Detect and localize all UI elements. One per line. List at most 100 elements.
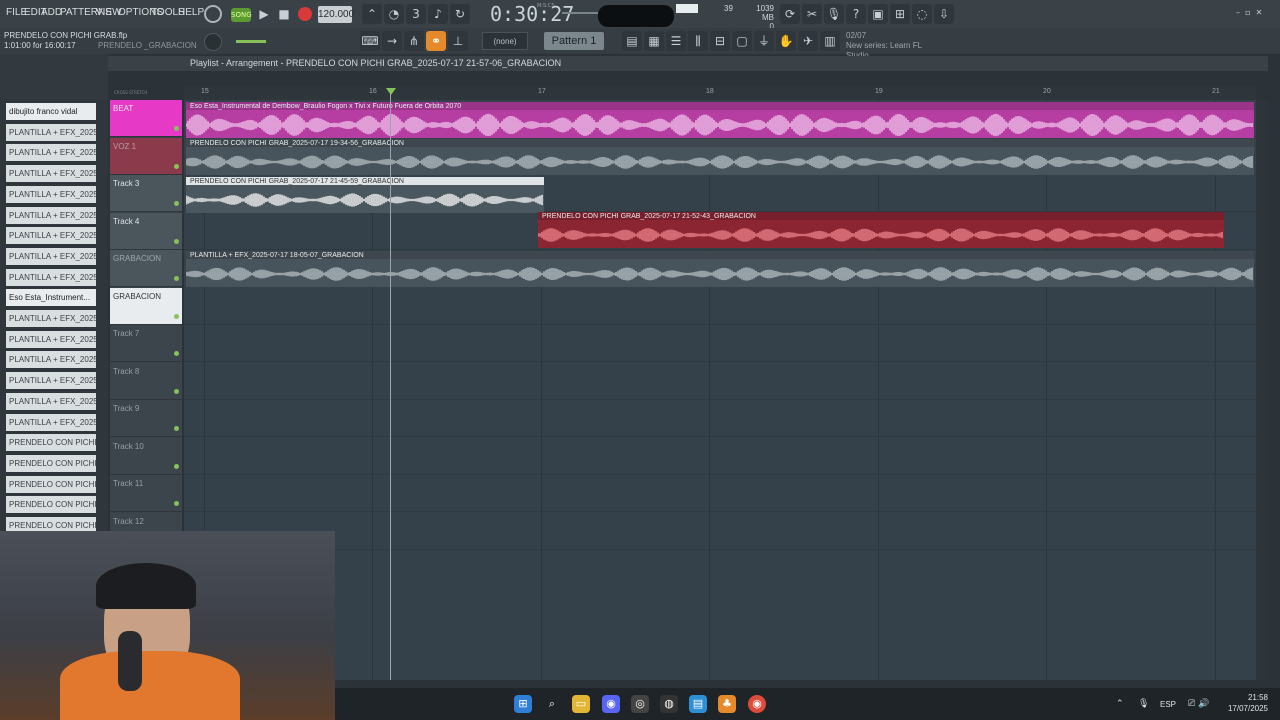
browser-item[interactable]: PLANTILLA + EFX_2025-0... xyxy=(6,392,96,410)
master-volume-fader[interactable] xyxy=(236,40,266,43)
browser-item[interactable]: PLANTILLA + EFX_2025-0... xyxy=(6,310,96,327)
fl-studio-icon[interactable]: ♣ xyxy=(718,695,736,713)
tempo-display[interactable]: 120.000 xyxy=(318,6,354,23)
browser-item[interactable]: PLANTILLA + EFX_2025-0... xyxy=(6,372,96,390)
arrow-icon[interactable]: → xyxy=(382,31,402,51)
track-header[interactable]: Track 4 xyxy=(110,212,182,250)
crossfade-label[interactable]: CROSS STRETCH xyxy=(114,90,147,95)
wait-input-icon[interactable]: ◔ xyxy=(384,4,404,24)
taskbar-clock[interactable]: 21:58 17/07/2025 xyxy=(1218,692,1268,714)
piano-roll-icon[interactable]: ▦ xyxy=(644,31,664,51)
song-mode-toggle[interactable]: SONG xyxy=(231,8,252,22)
magnet-icon[interactable]: ⋔ xyxy=(404,31,424,51)
browser-item[interactable]: PLANTILLA + EFX_2025-0... xyxy=(6,227,96,245)
play-button[interactable]: ▶ xyxy=(254,4,274,24)
track-header[interactable]: BEAT xyxy=(110,100,182,137)
tray-mic-icon[interactable]: 🎙 xyxy=(1138,699,1149,709)
playhead-marker[interactable] xyxy=(386,88,396,95)
menu-help[interactable]: HELP xyxy=(178,7,204,18)
track-header[interactable]: GRABACION xyxy=(110,287,182,325)
track-active-dot[interactable] xyxy=(174,426,179,431)
browser-item[interactable]: PRENDELO CON PICHI GRA... xyxy=(6,434,96,452)
track-header[interactable]: Track 7 xyxy=(110,325,182,362)
search-icon[interactable]: ⌕ xyxy=(543,695,561,713)
browser-item[interactable]: PRENDELO CON PICHI GRA... xyxy=(6,496,96,514)
track-lane[interactable] xyxy=(184,288,1256,325)
clipboard-icon[interactable]: ▢ xyxy=(732,31,752,51)
track-active-dot[interactable] xyxy=(174,238,179,244)
chrome-icon[interactable]: ◉ xyxy=(748,695,766,713)
track-lane[interactable] xyxy=(184,400,1256,437)
track-header[interactable]: Track 3 xyxy=(110,175,182,212)
track-header[interactable]: GRABACION xyxy=(110,250,182,287)
audio-clip[interactable]: PLANTILLA + EFX_2025-07-17 18-05-07_GRAB… xyxy=(186,251,1254,287)
reset-icon[interactable]: ⟳ xyxy=(780,4,800,24)
audio-clip[interactable]: PRENDELO CON PICHI GRAB_2025-07-17 21-45… xyxy=(186,177,544,213)
app-icon[interactable]: ◍ xyxy=(660,695,678,713)
browser-item[interactable]: PRENDELO CON PICHI GRA... xyxy=(6,475,96,493)
browser-item[interactable]: PLANTILLA + EFX_2025-0... xyxy=(6,165,96,183)
track-active-dot[interactable] xyxy=(174,351,179,356)
track-active-dot[interactable] xyxy=(174,313,179,319)
track-active-dot[interactable] xyxy=(174,388,179,394)
microphone-icon[interactable]: 🎙 xyxy=(824,4,844,24)
plugin-icon[interactable]: ⊞ xyxy=(890,4,910,24)
track-lane[interactable] xyxy=(184,325,1256,362)
link-icon[interactable]: ⚭ xyxy=(426,31,446,51)
browser-item[interactable]: PLANTILLA + EFX_2025-0... xyxy=(6,247,96,265)
master-volume-slider[interactable] xyxy=(562,12,598,14)
audio-clip[interactable]: PRENDELO CON PICHI GRAB_2025-07-17 19-34… xyxy=(186,139,1254,175)
cpu-icon[interactable]: ▥ xyxy=(820,31,840,51)
help-icon[interactable]: ? xyxy=(846,4,866,24)
obs-icon[interactable]: ◎ xyxy=(631,695,649,713)
browser-item[interactable]: PRENDELO CON PICHI GRA... xyxy=(6,454,96,472)
tray-chevron-icon[interactable]: ⌃ xyxy=(1116,699,1124,709)
track-active-dot[interactable] xyxy=(174,276,179,281)
panic-icon[interactable]: ✂ xyxy=(802,4,822,24)
windows-start-icon[interactable]: ⊞ xyxy=(514,695,532,713)
channel-rack-icon[interactable]: ☰ xyxy=(666,31,686,51)
tray-network-volume-icon[interactable]: ⎚ 🔊 xyxy=(1188,699,1209,709)
audio-clip[interactable]: PRENDELO CON PICHI GRAB_2025-07-17 21-52… xyxy=(538,212,1224,248)
stamp-icon[interactable]: ⊥ xyxy=(448,31,468,51)
browser-item[interactable]: PLANTILLA + EFX_2025-0... xyxy=(6,351,96,369)
browser-item[interactable]: PLANTILLA + EFX_2025-0... xyxy=(6,413,96,431)
track-active-dot[interactable] xyxy=(174,501,179,506)
save-icon[interactable]: ▣ xyxy=(868,4,888,24)
track-header[interactable]: Track 9 xyxy=(110,400,182,437)
chat-icon[interactable]: ◌ xyxy=(912,4,932,24)
playhead[interactable] xyxy=(390,92,391,680)
pattern-selector[interactable]: Pattern 1 xyxy=(544,32,604,50)
track-active-dot[interactable] xyxy=(174,163,179,169)
window-controls[interactable]: – ▫ ✕ xyxy=(1236,8,1262,17)
browser-item[interactable]: PLANTILLA + EFX_2025-0... xyxy=(6,123,96,141)
browser-icon[interactable]: ⊟ xyxy=(710,31,730,51)
touch-icon[interactable]: ✋ xyxy=(776,31,796,51)
browser-item[interactable]: PLANTILLA + EFX_2025-0... xyxy=(6,268,96,286)
track-active-dot[interactable] xyxy=(174,463,179,469)
keyboard-icon[interactable]: ⌨ xyxy=(360,31,380,51)
language-indicator[interactable]: ESP xyxy=(1160,700,1176,709)
plug-icon[interactable]: ⏚ xyxy=(754,31,774,51)
countdown-icon[interactable]: 3 xyxy=(406,4,426,24)
record-button[interactable] xyxy=(298,7,312,21)
menu-add[interactable]: ADD xyxy=(41,7,62,18)
step-edit-icon[interactable]: ♪ xyxy=(428,4,448,24)
record-mode-icon[interactable] xyxy=(204,5,222,23)
track-header[interactable]: Track 8 xyxy=(110,362,182,400)
browser-item[interactable]: PLANTILLA + EFX_2025-0... xyxy=(6,206,96,224)
track-active-dot[interactable] xyxy=(174,126,179,131)
snap-select[interactable]: (none) xyxy=(482,32,528,50)
vertical-scrollbar[interactable] xyxy=(1256,100,1268,680)
browser-item[interactable]: PLANTILLA + EFX_2025-0... xyxy=(6,330,96,348)
track-header[interactable]: Track 10 xyxy=(110,437,182,475)
browser-item[interactable]: PLANTILLA + EFX_2025-0... xyxy=(6,185,96,203)
timeline-ruler[interactable] xyxy=(184,86,1256,100)
track-header[interactable]: VOZ 1 xyxy=(110,137,182,175)
browser-item[interactable]: Eso Esta_Instrument... xyxy=(6,289,96,307)
browser-item[interactable]: PLANTILLA + EFX_2025-0... xyxy=(6,144,96,162)
mixer-icon[interactable]: ⫼ xyxy=(688,31,708,51)
track-lane[interactable] xyxy=(184,363,1256,400)
export-icon[interactable]: ✈ xyxy=(798,31,818,51)
master-pitch-knob[interactable] xyxy=(204,33,222,51)
